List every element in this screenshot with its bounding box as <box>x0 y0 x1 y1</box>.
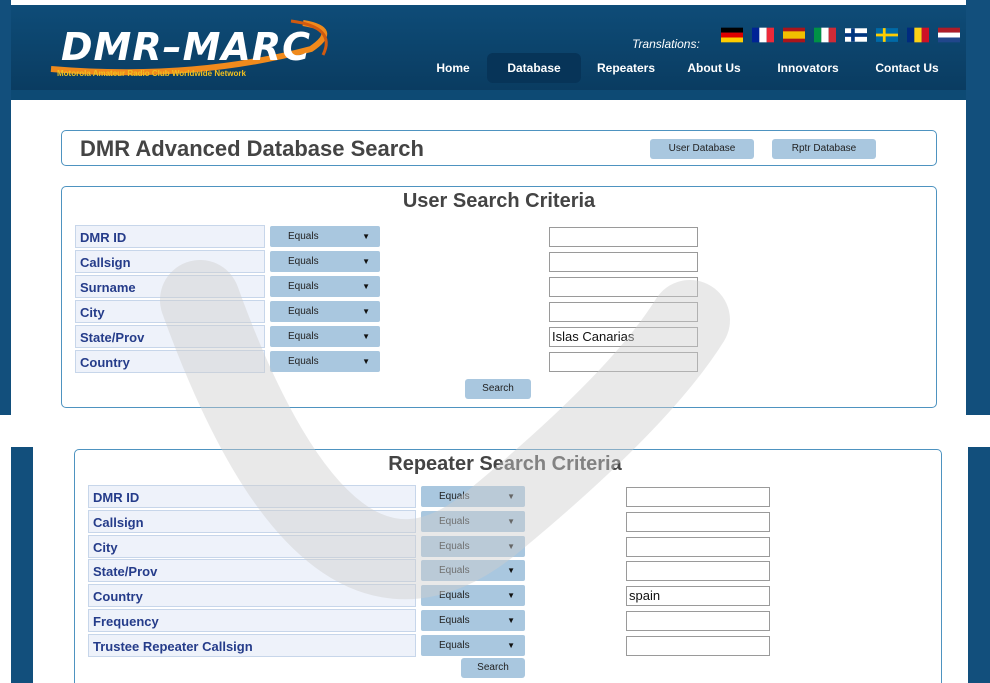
criteria-label: Country <box>88 584 416 608</box>
repeater-search-screenshot: Repeater Search Criteria DMR ID Equals ▼ Ca… <box>0 447 990 683</box>
user-search-screenshot: DMR–MARC Motorola Amateur Radio Club Wor… <box>0 0 990 415</box>
dropdown-arrow-icon: ▼ <box>507 566 515 576</box>
criteria-value-input[interactable] <box>549 352 698 372</box>
language-flags <box>721 27 981 47</box>
criteria-label: Country <box>75 350 265 373</box>
user-search-title: User Search Criteria <box>402 190 596 212</box>
left-page-border <box>11 447 33 683</box>
italy-flag-icon[interactable] <box>814 27 836 43</box>
criteria-label: Trustee Repeater Callsign <box>88 633 416 657</box>
operator-select-value: Equals <box>439 540 470 552</box>
dropdown-arrow-icon: ▼ <box>507 616 515 625</box>
header-divider <box>11 90 966 100</box>
advanced-search-panel: DMR Advanced Database Search User Databa… <box>61 130 937 166</box>
criteria-label: City <box>88 534 416 558</box>
nav-innovators[interactable]: Innovators <box>773 53 843 83</box>
dropdown-arrow-icon: ▼ <box>507 516 515 526</box>
dropdown-arrow-icon: ▼ <box>507 591 515 601</box>
criteria-label: Frequency <box>88 609 416 632</box>
dropdown-arrow-icon: ▼ <box>362 357 370 366</box>
right-page-border <box>968 447 990 683</box>
criteria-value-input[interactable]: spain <box>626 586 770 607</box>
spain-flag-icon[interactable] <box>783 27 805 43</box>
user-search-button[interactable]: Search <box>465 379 531 399</box>
netherlands-flag-icon[interactable] <box>938 27 960 43</box>
criteria-label: Callsign <box>88 509 416 533</box>
operator-select[interactable]: Equals ▼ <box>421 510 525 532</box>
operator-select-value: Equals <box>439 565 470 577</box>
operator-select[interactable]: Equals ▼ <box>270 351 380 372</box>
criteria-label: State/Prov <box>88 559 416 583</box>
operator-select[interactable]: Equals ▼ <box>421 535 525 557</box>
page-title: DMR Advanced Database Search <box>80 136 424 161</box>
operator-select-value: Equals <box>288 331 319 342</box>
translations-label: Translations: <box>632 37 700 51</box>
repeater-search-title: Repeater Search Criteria <box>388 453 622 475</box>
right-page-border <box>966 0 990 415</box>
operator-select-value: Equals <box>288 356 319 367</box>
operator-select[interactable]: Equals ▼ <box>421 610 525 631</box>
criteria-label: Surname <box>75 275 265 298</box>
criteria-label: DMR ID <box>88 485 416 508</box>
operator-select-value: Equals <box>288 231 319 242</box>
operator-select[interactable]: Equals ▼ <box>421 585 525 607</box>
operator-select[interactable]: Equals ▼ <box>421 486 525 507</box>
operator-select[interactable]: Equals ▼ <box>270 226 380 247</box>
operator-select-value: Equals <box>288 306 319 317</box>
operator-select-value: Equals <box>288 281 319 292</box>
criteria-value-input[interactable] <box>626 635 770 656</box>
repeater-search-button[interactable]: Search <box>461 658 525 678</box>
criteria-label: Callsign <box>75 250 265 273</box>
germany-flag-icon[interactable] <box>721 27 743 43</box>
dropdown-arrow-icon: ▼ <box>362 257 370 266</box>
operator-select[interactable]: Equals ▼ <box>421 560 525 582</box>
operator-select-value: Equals <box>439 491 470 502</box>
user-database-button[interactable]: User Database <box>650 139 754 159</box>
criteria-value-input[interactable] <box>626 611 770 631</box>
operator-select-value: Equals <box>439 639 470 651</box>
france-flag-icon[interactable] <box>752 27 774 43</box>
criteria-label: State/Prov <box>75 325 265 348</box>
main-nav: Home Database Repeaters About Us Innovat… <box>11 53 966 83</box>
operator-select[interactable]: Equals ▼ <box>270 301 380 322</box>
criteria-value-input[interactable] <box>549 252 698 272</box>
criteria-value-input[interactable] <box>626 536 770 557</box>
criteria-label: City <box>75 300 265 323</box>
dropdown-arrow-icon: ▼ <box>507 541 515 551</box>
dropdown-arrow-icon: ▼ <box>507 492 515 501</box>
operator-select[interactable]: Equals ▼ <box>270 251 380 272</box>
operator-select[interactable]: Equals ▼ <box>421 634 525 656</box>
criteria-value-input[interactable] <box>549 302 698 322</box>
sweden-flag-icon[interactable] <box>876 27 898 43</box>
nav-database[interactable]: Database <box>487 53 581 83</box>
operator-select[interactable]: Equals ▼ <box>270 276 380 297</box>
criteria-value-input[interactable] <box>626 561 770 582</box>
dropdown-arrow-icon: ▼ <box>362 282 370 291</box>
dropdown-arrow-icon: ▼ <box>362 332 370 341</box>
criteria-value-input[interactable] <box>549 227 698 247</box>
operator-select[interactable]: Equals ▼ <box>270 326 380 347</box>
site-header: DMR–MARC Motorola Amateur Radio Club Wor… <box>11 5 966 90</box>
nav-about-us[interactable]: About Us <box>683 53 745 83</box>
nav-contact-us[interactable]: Contact Us <box>867 53 947 83</box>
operator-select-value: Equals <box>439 590 470 602</box>
nav-repeaters[interactable]: Repeaters <box>585 53 667 83</box>
operator-select-value: Equals <box>439 515 470 527</box>
operator-select-value: Equals <box>439 615 470 626</box>
romania-flag-icon[interactable] <box>907 27 929 43</box>
dropdown-arrow-icon: ▼ <box>362 232 370 241</box>
nav-home[interactable]: Home <box>423 53 483 83</box>
criteria-value-input[interactable] <box>626 511 770 532</box>
criteria-value-input[interactable]: Islas Canarias <box>549 327 698 347</box>
criteria-label: DMR ID <box>75 225 265 248</box>
operator-select-value: Equals <box>288 256 319 267</box>
criteria-value-input[interactable] <box>626 487 770 507</box>
finland-flag-icon[interactable] <box>845 27 867 43</box>
dropdown-arrow-icon: ▼ <box>507 640 515 650</box>
left-page-border <box>0 0 11 415</box>
dropdown-arrow-icon: ▼ <box>362 307 370 316</box>
criteria-value-input[interactable] <box>549 277 698 297</box>
rptr-database-button[interactable]: Rptr Database <box>772 139 876 159</box>
